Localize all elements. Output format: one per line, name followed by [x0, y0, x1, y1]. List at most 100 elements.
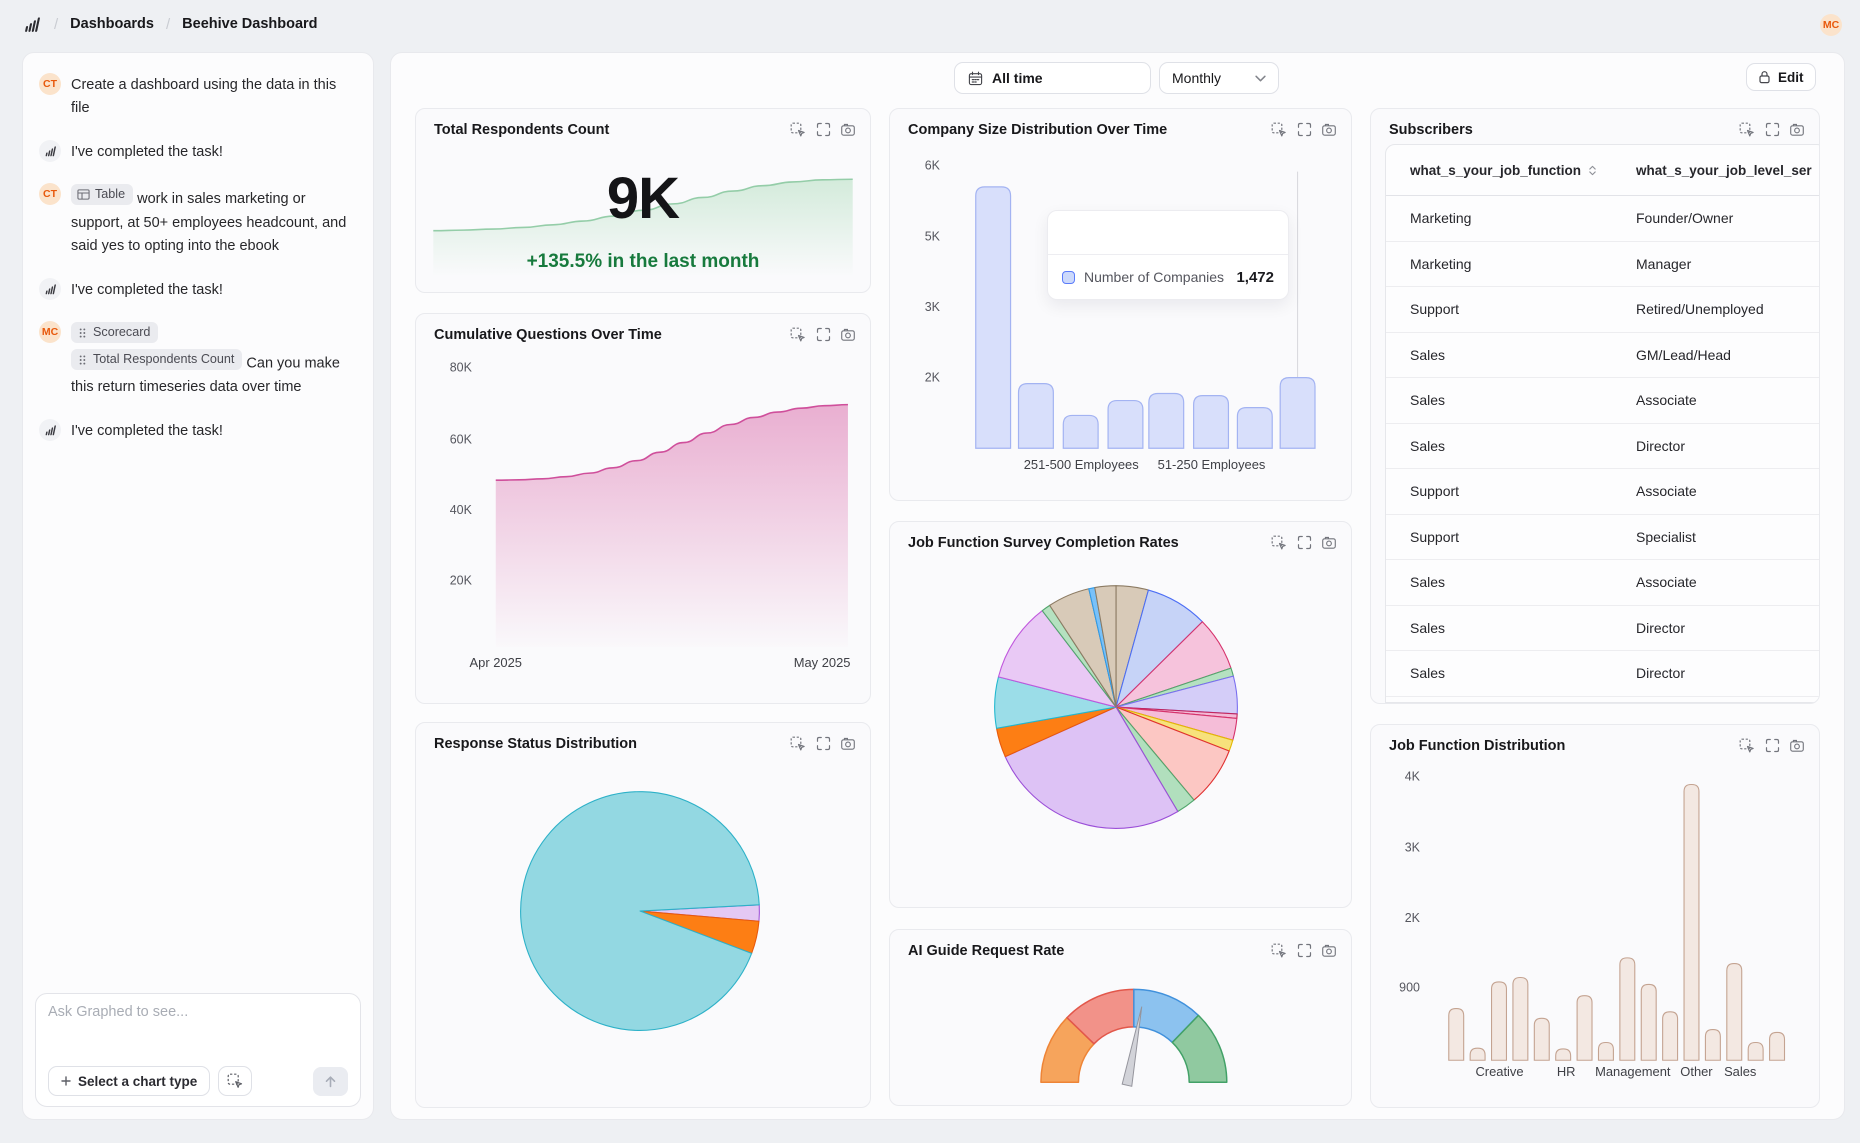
screenshot-icon	[1321, 943, 1337, 958]
graphed-logo-icon	[43, 144, 57, 158]
fullscreen-icon	[1765, 738, 1780, 753]
table-row: SalesGM/Lead/Head	[1386, 333, 1820, 379]
fullscreen-button[interactable]	[815, 736, 831, 752]
fullscreen-icon	[1297, 535, 1312, 550]
select-region-button[interactable]	[790, 122, 806, 138]
reference-chip: Total Respondents Count	[71, 349, 242, 370]
select-region-button[interactable]	[1271, 943, 1287, 959]
screenshot-icon	[1789, 738, 1805, 753]
screenshot-icon	[1321, 535, 1337, 550]
response-status-pie[interactable]	[416, 723, 870, 1107]
select-region-icon	[1739, 738, 1755, 754]
fullscreen-button[interactable]	[815, 122, 831, 138]
screenshot-button[interactable]	[1321, 122, 1337, 138]
select-region-button[interactable]	[1271, 535, 1287, 551]
chat-message: I've completed the task!	[39, 419, 357, 443]
svg-text:HR: HR	[1557, 1064, 1576, 1079]
dashboard-panel: All time Monthly Edit Total Respondents …	[390, 52, 1845, 1120]
select-region-button[interactable]	[790, 736, 806, 752]
svg-text:2K: 2K	[925, 371, 941, 385]
fullscreen-button[interactable]	[1296, 943, 1312, 959]
send-button[interactable]	[313, 1067, 348, 1096]
calendar-icon	[968, 71, 983, 86]
card-subscribers: Subscribers what_s_your_job_functionwhat…	[1370, 108, 1820, 704]
assistant-avatar	[39, 140, 61, 162]
select-region-icon	[227, 1073, 243, 1089]
company-size-bar-chart[interactable]: 6K5K3K2K251-500 Employees51-250 Employee…	[890, 109, 1351, 500]
svg-text:60K: 60K	[450, 432, 473, 446]
select-element-button[interactable]	[218, 1066, 252, 1096]
screenshot-button[interactable]	[1789, 122, 1805, 138]
screenshot-icon	[1789, 122, 1805, 137]
breadcrumb-dashboards[interactable]: Dashboards	[70, 16, 154, 32]
card-title: Company Size Distribution Over Time	[908, 122, 1167, 138]
screenshot-button[interactable]	[840, 122, 856, 138]
graphed-logo-icon	[43, 282, 57, 296]
select-region-icon	[790, 736, 806, 752]
card-title: Job Function Survey Completion Rates	[908, 535, 1179, 551]
edit-button[interactable]: Edit	[1746, 63, 1816, 91]
breadcrumb-separator: /	[166, 16, 170, 33]
select-region-button[interactable]	[1739, 738, 1755, 754]
user-avatar: CT	[39, 73, 61, 95]
select-region-button[interactable]	[1739, 122, 1755, 138]
svg-text:3K: 3K	[1405, 840, 1421, 854]
fullscreen-button[interactable]	[1296, 122, 1312, 138]
sort-icon	[1588, 165, 1597, 176]
assistant-avatar	[39, 278, 61, 300]
user-avatar: MC	[39, 321, 61, 343]
survey-completion-pie[interactable]	[890, 522, 1351, 907]
card-response-status: Response Status Distribution	[415, 722, 871, 1108]
card-title: Job Function Distribution	[1389, 738, 1565, 754]
select-region-button[interactable]	[1271, 122, 1287, 138]
chat-input[interactable]	[48, 1004, 348, 1066]
fullscreen-button[interactable]	[815, 327, 831, 343]
time-range-button[interactable]: All time	[954, 62, 1151, 94]
chat-panel: CT Create a dashboard using the data in t…	[22, 52, 374, 1120]
chat-message: I've completed the task!	[39, 278, 357, 302]
table-row: SupportAssociate	[1386, 469, 1820, 515]
table-row: MarketingFounder/Owner	[1386, 196, 1820, 242]
screenshot-button[interactable]	[840, 327, 856, 343]
message-text: Tablework in sales marketing or support,…	[71, 183, 353, 258]
table-header-row: what_s_your_job_functionwhat_s_your_job_…	[1386, 145, 1820, 196]
table-icon	[77, 188, 90, 201]
screenshot-button[interactable]	[1321, 535, 1337, 551]
screenshot-button[interactable]	[1321, 943, 1337, 959]
column-header-job-function[interactable]: what_s_your_job_function	[1396, 163, 1622, 178]
fullscreen-button[interactable]	[1764, 122, 1780, 138]
job-function-bar-chart[interactable]: 4K3K2K900CreativeHRManagementOtherSales	[1371, 725, 1819, 1107]
message-text: I've completed the task!	[71, 278, 223, 302]
message-text: I've completed the task!	[71, 419, 223, 443]
fullscreen-button[interactable]	[1764, 738, 1780, 754]
granularity-select[interactable]: Monthly	[1159, 62, 1279, 94]
cumulative-questions-chart[interactable]: 80K60K40K20KApr 2025May 2025	[416, 314, 870, 703]
card-title: Total Respondents Count	[434, 122, 609, 138]
screenshot-icon	[840, 122, 856, 137]
chart-tooltip: Number of Companies 1,472	[1047, 210, 1289, 300]
screenshot-button[interactable]	[1789, 738, 1805, 754]
chat-message: MC ScorecardTotal Respondents CountCan yo…	[39, 321, 357, 399]
select-region-icon	[1271, 122, 1287, 138]
svg-text:Other: Other	[1680, 1064, 1713, 1079]
topbar: / Dashboards / Beehive Dashboard MC	[0, 0, 1860, 48]
column-header-job-level[interactable]: what_s_your_job_level_ser	[1622, 163, 1820, 178]
message-text: Create a dashboard using the data in thi…	[71, 73, 353, 121]
card-total-respondents: Total Respondents Count 9K +135.5% in th…	[415, 108, 871, 293]
scorecard-icon	[77, 354, 88, 366]
select-region-button[interactable]	[790, 327, 806, 343]
arrow-up-icon	[324, 1075, 337, 1088]
user-avatar[interactable]: MC	[1820, 14, 1842, 36]
app-logo-icon[interactable]	[22, 14, 42, 34]
select-chart-type-button[interactable]: Select a chart type	[48, 1066, 210, 1096]
fullscreen-icon	[816, 327, 831, 342]
svg-text:900: 900	[1399, 981, 1420, 995]
fullscreen-button[interactable]	[1296, 535, 1312, 551]
card-survey-completion: Job Function Survey Completion Rates	[889, 521, 1352, 908]
select-region-icon	[1271, 535, 1287, 551]
message-text: ScorecardTotal Respondents CountCan you …	[71, 321, 353, 399]
fullscreen-icon	[1297, 943, 1312, 958]
screenshot-button[interactable]	[840, 736, 856, 752]
time-range-label: All time	[992, 70, 1043, 86]
select-region-icon	[790, 327, 806, 343]
